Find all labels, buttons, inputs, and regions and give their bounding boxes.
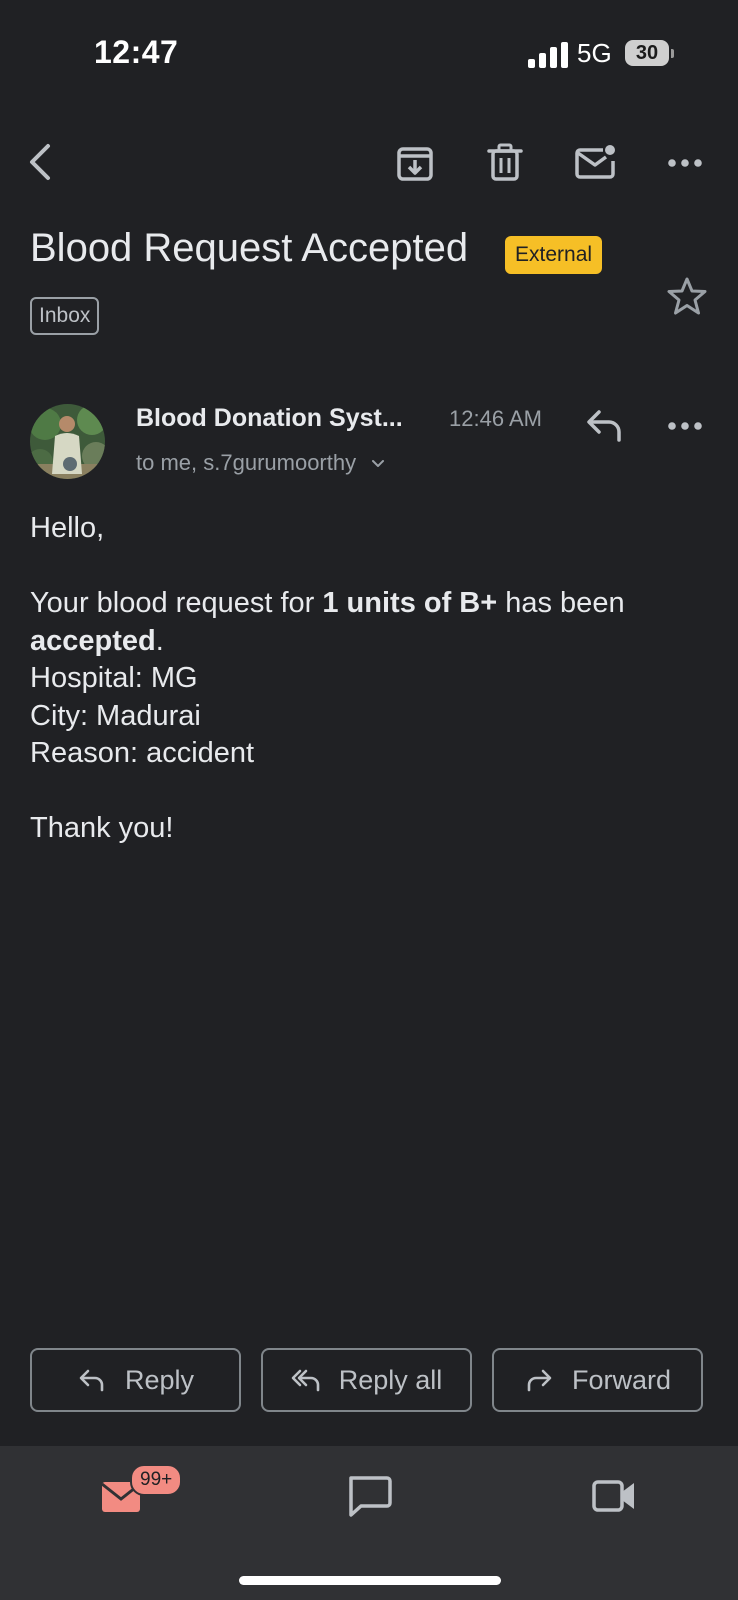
- avatar-photo-icon: [30, 404, 105, 479]
- sender-name[interactable]: Blood Donation Syst...: [136, 404, 403, 433]
- video-camera-icon: [592, 1480, 634, 1512]
- chevron-down-icon: [372, 460, 385, 468]
- reply-icon-button[interactable]: [583, 404, 627, 448]
- back-button[interactable]: [20, 140, 64, 184]
- sender-avatar[interactable]: [30, 404, 105, 479]
- star-button[interactable]: [665, 274, 709, 318]
- greeting: Hello,: [30, 512, 105, 544]
- nav-chat[interactable]: [339, 1470, 399, 1520]
- message-more-button[interactable]: [663, 404, 707, 448]
- mark-unread-icon: [575, 145, 615, 179]
- reply-icon: [587, 410, 621, 442]
- home-indicator[interactable]: [239, 1576, 501, 1585]
- chat-icon: [349, 1476, 392, 1517]
- nav-meet[interactable]: [584, 1470, 644, 1520]
- forward-label: Forward: [571, 1364, 672, 1395]
- more-icon: [668, 159, 702, 167]
- city-line: City: Madurai: [30, 699, 201, 732]
- mark-unread-button[interactable]: [573, 141, 617, 185]
- back-arrow-icon: [30, 144, 50, 180]
- closing-line: Thank you!: [30, 812, 174, 844]
- summary-text-2: has been: [497, 587, 625, 619]
- reply-all-button[interactable]: Reply all: [261, 1348, 472, 1412]
- forward-button[interactable]: Forward: [492, 1348, 703, 1412]
- archive-icon: [397, 147, 433, 181]
- reply-all-icon: [291, 1369, 320, 1392]
- mail-count-badge: 99+: [130, 1464, 183, 1496]
- recipients-text: to me, s.7gurumoorthy: [136, 450, 357, 475]
- summary-period: .: [155, 624, 164, 657]
- units-text: 1 units of B+: [322, 587, 498, 619]
- inbox-label-chip[interactable]: Inbox: [30, 297, 100, 335]
- battery-icon: 30: [625, 40, 674, 68]
- star-icon: [667, 277, 707, 315]
- request-summary: Your blood request for 1 units of B+ has…: [30, 585, 710, 660]
- external-badge: External: [505, 236, 603, 274]
- recipients-toggle[interactable]: to me, s.7gurumoorthy: [136, 450, 386, 476]
- summary-text: Your blood request for: [30, 587, 323, 619]
- reply-icon: [79, 1369, 104, 1392]
- message-time: 12:46 AM: [449, 406, 542, 431]
- signal-icon: [528, 42, 568, 68]
- more-options-button[interactable]: [663, 141, 707, 185]
- reply-button[interactable]: Reply: [30, 1348, 241, 1412]
- reply-all-label: Reply all: [338, 1364, 443, 1395]
- reply-label: Reply: [124, 1364, 195, 1395]
- email-subject: Blood Request Accepted: [30, 226, 469, 270]
- more-icon: [668, 422, 702, 430]
- hospital-line: Hospital: MG: [30, 662, 198, 694]
- reason-line: Reason: accident: [30, 737, 255, 769]
- delete-button[interactable]: [483, 141, 527, 185]
- archive-button[interactable]: [393, 141, 437, 185]
- forward-icon: [527, 1369, 552, 1392]
- delete-icon: [487, 143, 523, 181]
- network-type: 5G: [577, 38, 612, 68]
- status-time: 12:47: [94, 34, 179, 70]
- battery-level: 30: [635, 42, 659, 64]
- status-text: accepted: [30, 624, 156, 657]
- email-body: Hello, Your blood request for 1 units of…: [30, 510, 710, 848]
